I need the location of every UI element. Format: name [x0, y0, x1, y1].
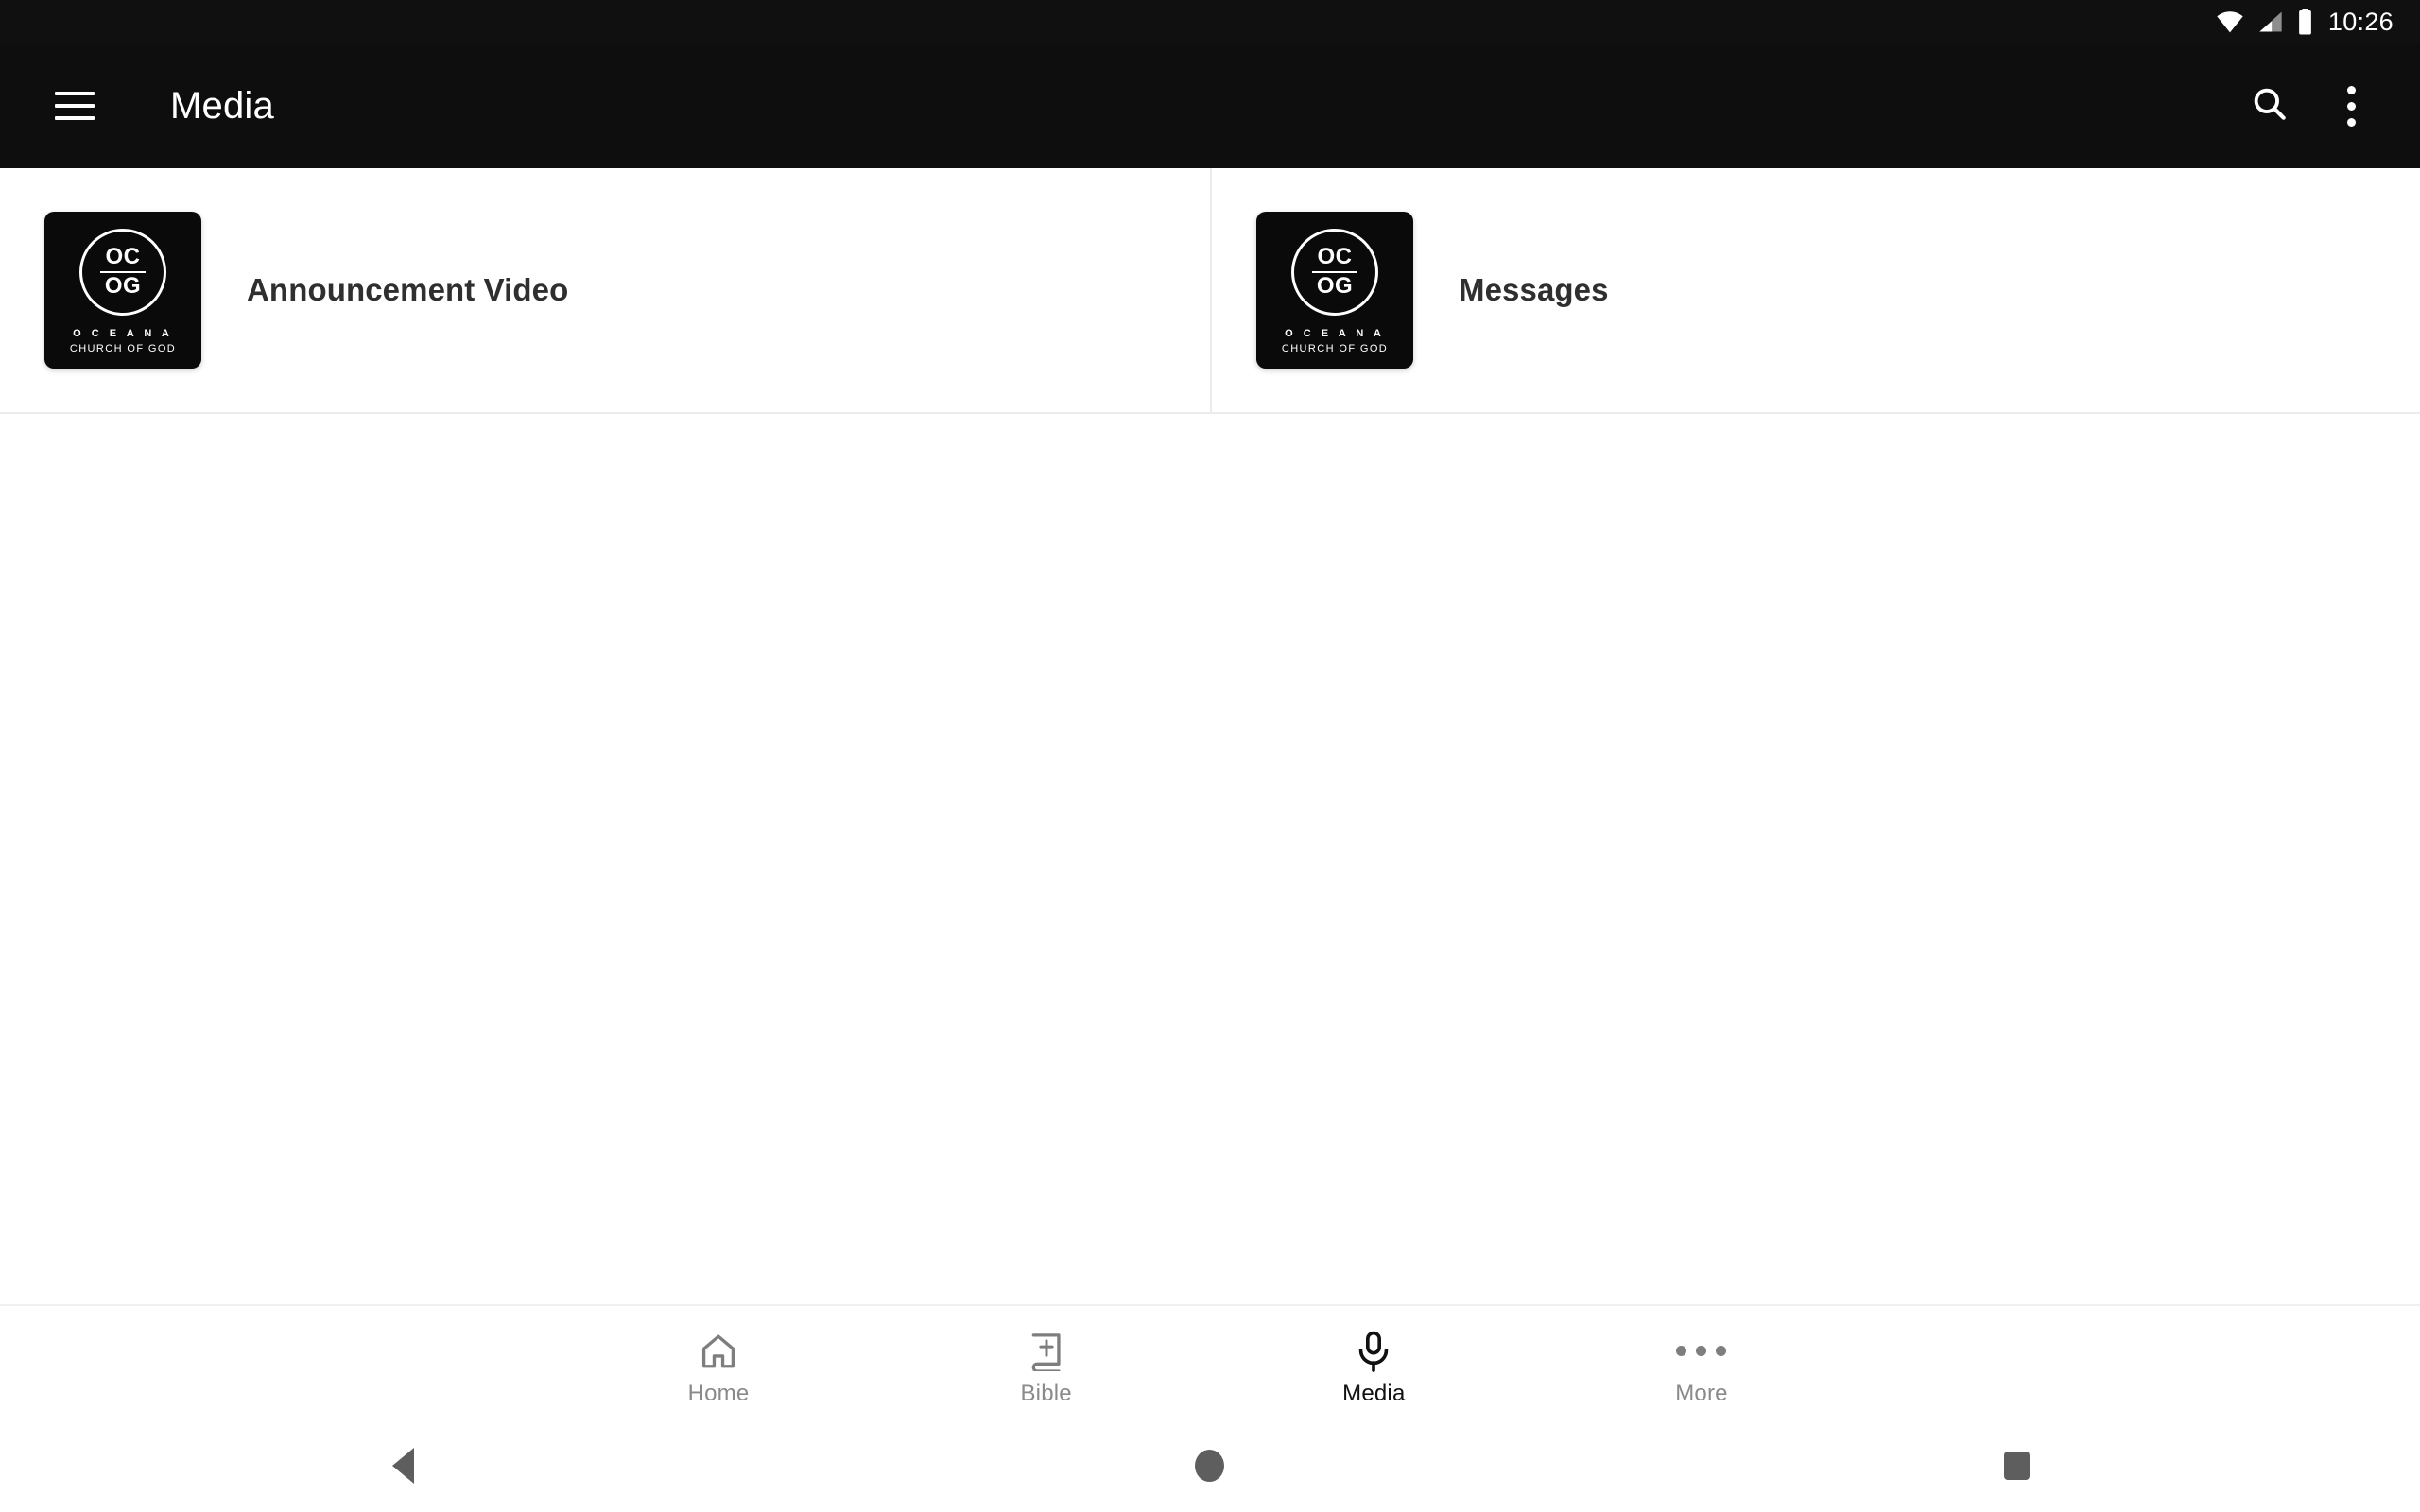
logo-text-oc: OC: [105, 244, 141, 270]
logo-church-name: O C E A N A: [73, 327, 173, 339]
triangle-back-icon: [392, 1448, 415, 1484]
tab-more[interactable]: More: [1612, 1329, 1791, 1407]
media-item-title: Announcement Video: [247, 272, 569, 307]
home-button[interactable]: [806, 1450, 1613, 1482]
tab-bible[interactable]: Bible: [957, 1329, 1136, 1407]
logo-text-og: OG: [104, 272, 142, 299]
tab-home[interactable]: Home: [629, 1329, 808, 1407]
tab-media[interactable]: Media: [1284, 1329, 1463, 1407]
tab-strip: Home Bible Media More: [629, 1319, 1791, 1407]
overflow-menu-icon: [2346, 85, 2356, 127]
media-item-title: Messages: [1459, 272, 1609, 307]
app-bar: Media: [0, 43, 2420, 168]
recents-button[interactable]: [1614, 1452, 2420, 1480]
home-icon: [699, 1329, 738, 1374]
hamburger-menu-icon[interactable]: [40, 71, 110, 141]
logo-church-subtitle: CHURCH OF GOD: [1281, 342, 1389, 354]
page-title: Media: [170, 84, 274, 127]
bottom-navigation-bar: Home Bible Media More: [0, 1304, 2420, 1419]
android-system-navigation: [0, 1419, 2420, 1512]
search-button[interactable]: [2229, 65, 2310, 146]
square-recents-icon: [2003, 1452, 2030, 1480]
android-tablet-screen: 10:26 Media OC OG O C E A N A CHURCH OF …: [0, 0, 2420, 1512]
logo-text-oc: OC: [1317, 244, 1353, 270]
logo-church-subtitle: CHURCH OF GOD: [69, 342, 177, 354]
status-icon-group: [2216, 9, 2313, 35]
status-bar-clock: 10:26: [2327, 7, 2394, 36]
overflow-menu-button[interactable]: [2310, 65, 2392, 146]
logo-text-og: OG: [1316, 272, 1354, 299]
tab-label: Home: [687, 1380, 750, 1406]
wifi-icon: [2216, 10, 2244, 33]
cell-signal-icon: [2257, 10, 2284, 33]
tab-label: Media: [1342, 1380, 1406, 1406]
more-horizontal-icon: [1676, 1329, 1727, 1374]
microphone-icon: [1355, 1329, 1392, 1374]
ocog-logo-thumbnail: OC OG O C E A N A CHURCH OF GOD: [1256, 212, 1413, 369]
ocog-logo-thumbnail: OC OG O C E A N A CHURCH OF GOD: [44, 212, 201, 369]
logo-church-name: O C E A N A: [1285, 327, 1385, 339]
search-icon: [2250, 84, 2290, 129]
circle-home-icon: [1195, 1450, 1225, 1482]
media-item-announcement-video[interactable]: OC OG O C E A N A CHURCH OF GOD Announce…: [0, 168, 1210, 412]
logo-circle: OC OG: [79, 228, 166, 316]
bible-book-icon: [1028, 1329, 1065, 1374]
media-content-area: OC OG O C E A N A CHURCH OF GOD Announce…: [0, 168, 2420, 1304]
status-bar: 10:26: [0, 0, 2420, 43]
tab-label: Bible: [1020, 1380, 1072, 1406]
logo-circle: OC OG: [1291, 228, 1378, 316]
battery-icon: [2297, 9, 2313, 35]
media-item-messages[interactable]: OC OG O C E A N A CHURCH OF GOD Messages: [1210, 168, 2420, 412]
media-list: OC OG O C E A N A CHURCH OF GOD Announce…: [0, 168, 2420, 414]
tab-label: More: [1675, 1380, 1728, 1406]
back-button[interactable]: [0, 1448, 806, 1484]
